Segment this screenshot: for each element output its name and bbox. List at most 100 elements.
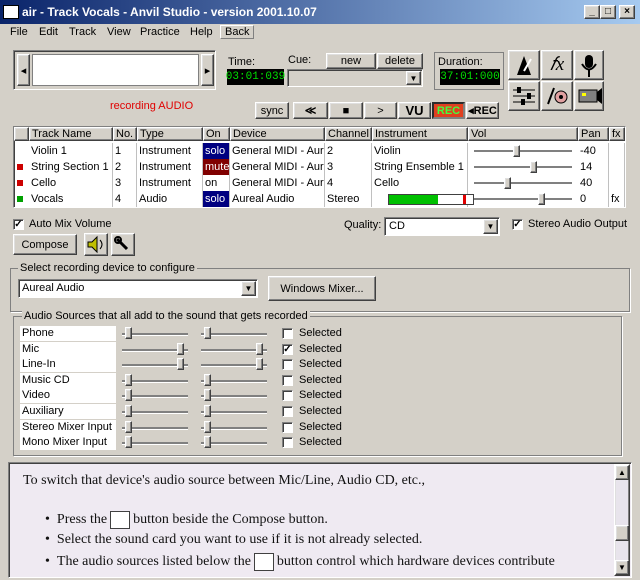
header-track-name[interactable]: Track Name [29,127,113,141]
source-left-slider-track[interactable] [122,411,188,414]
quality-select[interactable]: CD ▼ [384,217,500,236]
erase-record-button[interactable]: ◂REC [466,102,499,119]
source-right-slider-track[interactable] [201,395,267,399]
close-button[interactable]: × [619,5,635,19]
menu-view[interactable]: View [107,26,131,38]
audio-settings-icon[interactable] [541,81,573,111]
volume-slider-track[interactable] [474,166,572,169]
auto-mix-checkbox[interactable]: ✓ [13,219,24,230]
header-type[interactable]: Type [137,127,203,141]
source-selected-checkbox[interactable] [282,421,293,433]
volume-slider-track[interactable] [474,182,572,185]
header-fx[interactable]: fx [609,127,625,141]
source-selected-checkbox[interactable] [282,374,293,386]
minimize-button[interactable]: _ [584,5,600,19]
source-right-slider-track[interactable] [201,411,267,414]
volume-slider-track[interactable] [474,150,572,153]
source-left-slider-track[interactable] [122,395,188,399]
compose-button[interactable]: Compose [13,234,77,255]
header-no[interactable]: No. [113,127,137,141]
source-selected-checkbox[interactable] [282,390,293,402]
scroll-left-button[interactable]: ◂ [17,54,30,86]
fx-icon[interactable]: 𝑓x [541,50,573,80]
source-left-slider-track[interactable] [122,379,188,383]
header-channel[interactable]: Channel [325,127,372,141]
sound-card-icon[interactable] [574,81,604,111]
speaker-icon[interactable] [84,233,108,256]
source-right-slider-track[interactable] [201,442,267,446]
source-right-slider-thumb[interactable] [203,436,211,449]
menu-edit[interactable]: Edit [39,26,58,38]
header-vol[interactable]: Vol [468,127,578,141]
source-left-slider-track[interactable] [122,442,188,446]
header-device[interactable]: Device [230,127,325,141]
microphone-icon[interactable] [574,50,604,80]
position-track[interactable] [32,54,199,86]
record-button[interactable]: REC [432,102,465,119]
source-right-slider-thumb[interactable] [203,405,211,417]
cue-new-button[interactable]: new [326,53,376,69]
scroll-down-button[interactable]: ▼ [615,560,629,575]
track-on[interactable]: mute [203,159,230,175]
volume-slider-thumb[interactable] [504,177,512,189]
source-left-slider-track[interactable] [122,333,188,336]
source-selected-checkbox[interactable] [282,359,293,371]
menu-track[interactable]: Track [69,26,96,38]
track-on[interactable]: on [203,175,230,191]
source-left-slider-thumb[interactable] [124,405,132,417]
source-right-slider-thumb[interactable] [203,373,211,386]
sync-button[interactable]: sync [255,102,289,119]
maximize-button[interactable]: □ [600,5,616,19]
volume-slider-thumb[interactable] [513,145,521,157]
scroll-up-button[interactable]: ▲ [615,465,629,480]
mixer-sliders-icon[interactable] [508,81,540,111]
source-right-slider-thumb[interactable] [256,358,264,371]
vu-meter-button[interactable]: VU [398,102,431,119]
help-scrollbar[interactable]: ▲ ▼ [614,464,630,576]
chevron-down-icon[interactable]: ▼ [241,281,256,296]
header-on[interactable]: On [203,127,230,141]
play-button[interactable]: > [364,102,397,119]
windows-mixer-button[interactable]: Windows Mixer... [268,276,376,301]
source-selected-checkbox[interactable]: ✓ [282,343,293,355]
wrench-icon[interactable] [111,233,135,256]
source-right-slider-track[interactable] [201,426,267,430]
volume-slider-thumb[interactable] [537,193,545,205]
header-pan[interactable]: Pan [578,127,609,141]
stereo-output-checkbox[interactable]: ✓ [512,219,523,230]
rewind-button[interactable]: ≪ [293,102,328,119]
source-left-slider-thumb[interactable] [124,436,132,449]
source-selected-checkbox[interactable] [282,328,293,339]
menu-back[interactable]: Back [220,25,255,39]
source-right-slider-track[interactable] [201,379,267,383]
source-left-slider-thumb[interactable] [124,389,132,402]
scroll-thumb[interactable] [615,525,629,541]
source-left-slider-thumb[interactable] [124,420,132,433]
source-right-slider-track[interactable] [201,333,267,336]
chevron-down-icon[interactable]: ▼ [406,71,421,85]
select-all-corner[interactable] [14,127,29,141]
header-instrument[interactable]: Instrument [372,127,468,141]
cue-delete-button[interactable]: delete [377,53,423,69]
cue-select[interactable]: ▼ [287,69,423,87]
scroll-right-button[interactable]: ▸ [201,54,214,86]
source-left-slider-thumb[interactable] [124,373,132,386]
menu-help[interactable]: Help [190,26,213,38]
menu-file[interactable]: File [10,26,28,38]
menu-practice[interactable]: Practice [140,26,180,38]
source-right-slider-thumb[interactable] [256,342,264,355]
position-scroller[interactable]: ◂ ▸ [13,50,216,90]
metronome-icon[interactable] [508,50,540,80]
source-right-slider-thumb[interactable] [203,420,211,433]
device-select[interactable]: Aureal Audio ▼ [18,279,258,298]
source-right-slider-thumb[interactable] [203,389,211,402]
source-left-slider-thumb[interactable] [177,358,185,371]
source-selected-checkbox[interactable] [282,406,293,417]
volume-slider-thumb[interactable] [529,161,537,173]
source-selected-checkbox[interactable] [282,437,293,449]
volume-slider-track[interactable] [474,198,572,201]
source-right-slider-thumb[interactable] [203,327,211,339]
chevron-down-icon[interactable]: ▼ [483,219,498,234]
source-left-slider-track[interactable] [122,426,188,430]
stop-button[interactable]: ■ [329,102,363,119]
